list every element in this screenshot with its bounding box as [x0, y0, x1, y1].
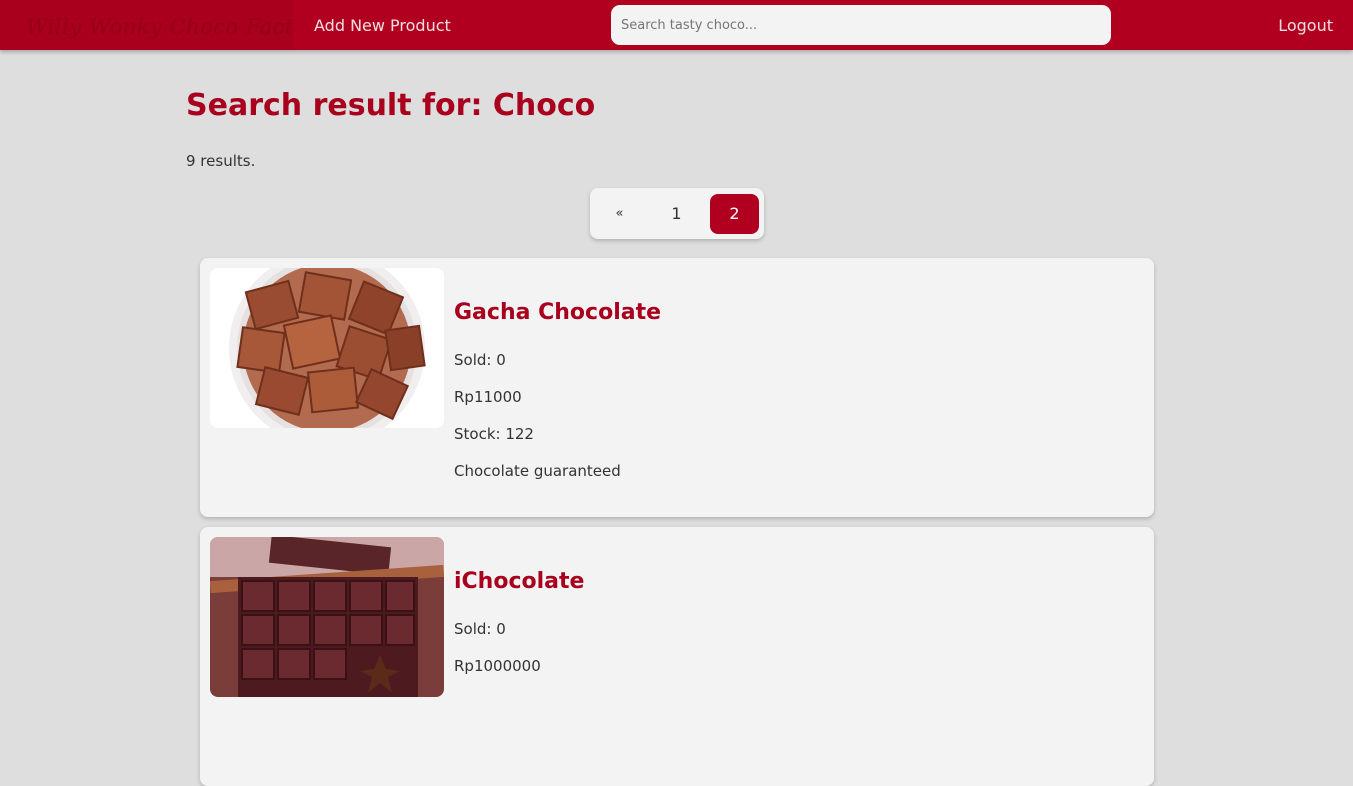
logout-link[interactable]: Logout [1278, 0, 1333, 50]
product-name[interactable]: iChocolate [454, 569, 584, 594]
search-input[interactable] [611, 5, 1111, 45]
page-title: Search result for: Choco [186, 88, 596, 123]
product-card[interactable]: Gacha Chocolate Sold: 0 Rp11000 Stock: 1… [200, 258, 1154, 517]
product-sold: Sold: 0 [454, 620, 506, 638]
product-sold: Sold: 0 [454, 351, 506, 369]
brand-logo-link[interactable]: Willy Wonky Choco Factory [0, 0, 293, 50]
add-new-product-link[interactable]: Add New Product [314, 0, 451, 50]
product-price: Rp11000 [454, 388, 522, 406]
pagination-prev-button[interactable]: « [595, 194, 644, 234]
product-name[interactable]: Gacha Chocolate [454, 300, 661, 325]
pagination-page-2-active[interactable]: 2 [710, 194, 759, 234]
product-card[interactable]: iChocolate Sold: 0 Rp1000000 [200, 527, 1154, 786]
pagination-page-1[interactable]: 1 [652, 194, 701, 234]
product-image[interactable] [210, 537, 444, 697]
top-navbar: Willy Wonky Choco Factory Add New Produc… [0, 0, 1353, 50]
result-count: 9 results. [186, 152, 256, 170]
product-price: Rp1000000 [454, 657, 541, 675]
product-description: Chocolate guaranteed [454, 462, 621, 480]
product-image[interactable] [210, 268, 444, 428]
product-stock: Stock: 122 [454, 425, 534, 443]
pagination: « 1 2 [590, 188, 764, 239]
